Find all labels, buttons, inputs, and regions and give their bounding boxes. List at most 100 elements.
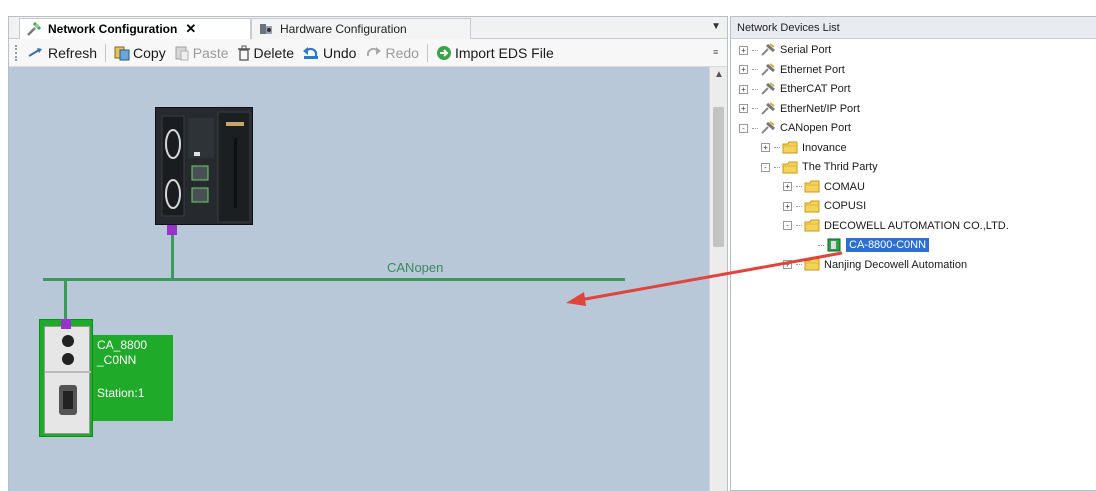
copy-button[interactable]: Copy: [110, 42, 170, 64]
canopen-bus-line[interactable]: [43, 278, 625, 281]
port-icon: [760, 43, 776, 57]
tree-connector: [796, 186, 802, 187]
toolbar-grip[interactable]: [15, 44, 19, 61]
ca8800-coupler-device[interactable]: [39, 319, 93, 437]
tab-label: Network Configuration: [48, 22, 178, 36]
tree-item-label: COMAU: [824, 180, 865, 193]
refresh-button[interactable]: Refresh: [23, 42, 101, 64]
undo-button[interactable]: Undo: [298, 42, 360, 64]
collapse-icon[interactable]: -: [783, 221, 792, 230]
tree-connector: [796, 205, 802, 207]
paste-button[interactable]: Paste: [170, 42, 233, 64]
tree-item[interactable]: - CANopen Port: [739, 119, 851, 137]
device-info-box[interactable]: CA_8800 _C0NN Station:1: [93, 335, 173, 421]
network-config-icon: [26, 21, 42, 37]
device-station: Station:1: [97, 386, 145, 400]
expand-icon[interactable]: +: [783, 260, 792, 269]
tree-connector: [752, 108, 758, 109]
folder-open-icon: [782, 160, 798, 174]
tree-item[interactable]: + Serial Port: [739, 41, 831, 59]
device-icon: [826, 238, 842, 252]
tree-item[interactable]: + Inovance: [761, 139, 847, 157]
redo-label: Redo: [385, 44, 419, 61]
tree-item[interactable]: CA-8800-C0NN: [805, 236, 930, 254]
bus-label: CANopen: [387, 260, 444, 275]
canvas-vertical-scrollbar[interactable]: ≡ ▲: [709, 47, 727, 491]
tree-item-label: EtherCAT Port: [780, 83, 851, 95]
tree-connector: [818, 244, 824, 246]
import-eds-label: Import EDS File: [454, 44, 554, 61]
scroll-up-icon[interactable]: ▲: [714, 69, 724, 80]
close-icon[interactable]: ✕: [185, 21, 196, 37]
paste-icon: [175, 46, 189, 60]
tree-item-label: The Thrid Party: [802, 161, 878, 173]
copy-icon: [114, 46, 130, 60]
expand-icon[interactable]: +: [739, 65, 748, 74]
tree-item-label: CANopen Port: [780, 122, 851, 134]
coupler-illustration: [45, 335, 91, 415]
tab-network-configuration[interactable]: Network Configuration ✕: [19, 18, 251, 39]
expand-icon[interactable]: +: [739, 84, 748, 94]
folder-icon: [804, 199, 820, 213]
toolbar-separator: [105, 43, 107, 62]
coupler-body: [44, 326, 91, 434]
refresh-icon: [28, 47, 42, 57]
tree-item[interactable]: + EtherNet/IP Port: [739, 100, 860, 118]
tree-item[interactable]: + Ethernet Port: [739, 61, 845, 79]
expand-icon[interactable]: +: [761, 143, 770, 152]
plc-bus-connection: [171, 229, 174, 279]
panel-title: Network Devices List: [731, 17, 1096, 39]
redo-icon: [367, 46, 382, 56]
tree-item-label: Ethernet Port: [780, 63, 845, 76]
expand-icon[interactable]: +: [739, 45, 748, 55]
tree-item[interactable]: - DECOWELL AUTOMATION CO.,LTD.: [783, 217, 1009, 235]
expand-icon[interactable]: +: [783, 182, 792, 191]
tree-item-label: Nanjing Decowell Automation: [824, 258, 968, 271]
undo-icon: [303, 46, 318, 59]
scrollbar-thumb[interactable]: [713, 107, 724, 247]
tab-dropdown-icon[interactable]: ▼: [711, 21, 721, 32]
tab-label: Hardware Configuration: [280, 22, 407, 36]
tab-hardware-configuration[interactable]: Hardware Configuration: [251, 18, 471, 39]
folder-icon: [804, 258, 820, 272]
tree-item-label: CA-8800-C0NN: [846, 238, 930, 252]
tree-connector: [752, 127, 758, 129]
port-icon: [760, 121, 776, 135]
tree-connector: [752, 49, 758, 51]
folder-icon: [804, 180, 820, 194]
network-canvas[interactable]: CANopen CA_8800 _C0NN Station:1: [9, 67, 709, 491]
tree-item-label: EtherNet/IP Port: [780, 102, 860, 115]
device-bus-connection: [64, 279, 67, 323]
tree-item-label: Serial Port: [780, 44, 832, 56]
device-name: CA_8800 _C0NN: [97, 338, 148, 367]
redo-button[interactable]: Redo: [360, 42, 422, 64]
plc-can-port[interactable]: [167, 225, 177, 235]
tree-item[interactable]: + Nanjing Decowell Automation: [783, 256, 967, 274]
port-icon: [760, 62, 776, 77]
collapse-icon[interactable]: -: [739, 123, 748, 133]
tree-item[interactable]: + EtherCAT Port: [739, 80, 851, 98]
plc-illustration: [161, 111, 251, 223]
network-toolbar: Refresh Copy Paste Delete Undo Redo Impo…: [9, 39, 727, 67]
delete-button[interactable]: Delete: [233, 42, 298, 64]
editor-tab-bar: Network Configuration ✕ Hardware Configu…: [9, 17, 727, 39]
tree-item-label: DECOWELL AUTOMATION CO.,LTD.: [824, 219, 1009, 232]
tree-item-label: Inovance: [802, 141, 847, 154]
device-can-port[interactable]: [61, 319, 71, 329]
expand-icon[interactable]: +: [739, 104, 748, 113]
overflow-menu-icon[interactable]: ≡: [713, 47, 718, 57]
tree-connector: [774, 166, 780, 168]
tree-item[interactable]: + COPUSI: [783, 197, 866, 215]
tree-connector: [774, 147, 780, 148]
tree-item[interactable]: - The Thrid Party: [761, 158, 878, 176]
collapse-icon[interactable]: -: [761, 162, 770, 172]
tree-item[interactable]: + COMAU: [783, 178, 865, 196]
tree-connector: [796, 264, 802, 265]
plc-controller[interactable]: [155, 107, 253, 225]
tree-connector: [752, 88, 758, 90]
port-icon: [760, 82, 776, 96]
toolbar-separator: [426, 43, 428, 62]
import-eds-button[interactable]: Import EDS File: [432, 42, 558, 64]
network-devices-panel: Network Devices List + Serial Port + Ethern…: [730, 16, 1096, 491]
expand-icon[interactable]: +: [783, 201, 792, 211]
